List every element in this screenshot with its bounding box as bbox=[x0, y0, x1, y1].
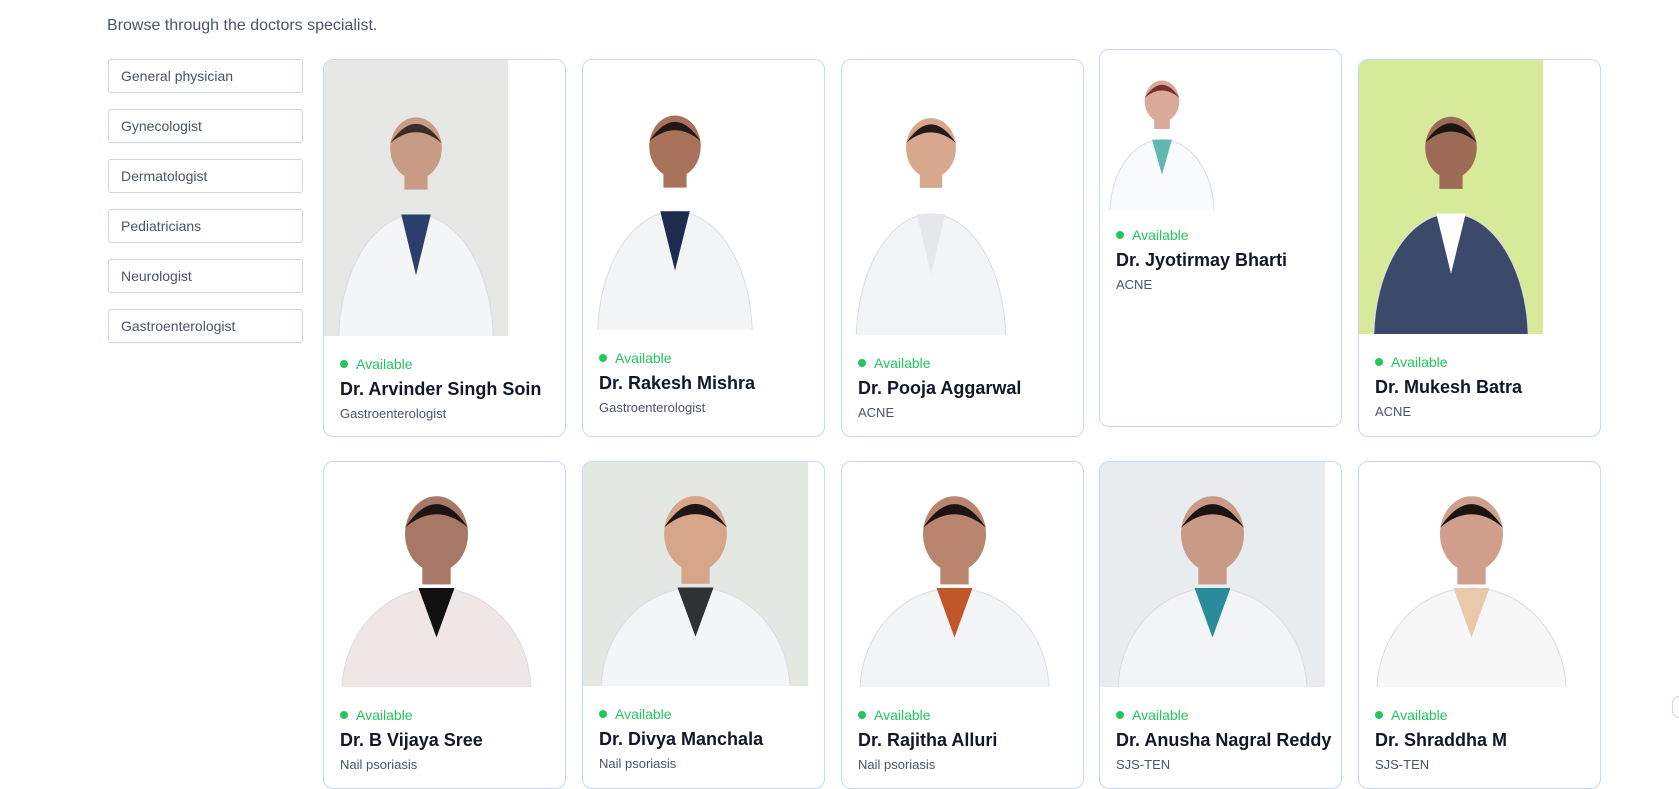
doctor-name: Dr. Shraddha M bbox=[1375, 730, 1508, 750]
doctor-name: Dr. Pooja Aggarwal bbox=[858, 378, 1022, 398]
doctor-card[interactable]: Available Dr. Rajitha Alluri Nail psoria… bbox=[841, 461, 1084, 789]
availability-status: Available bbox=[340, 706, 549, 724]
doctor-name: Dr. Jyotirmay Bharti bbox=[1116, 250, 1288, 270]
filter-pediatricians[interactable]: Pediatricians bbox=[108, 209, 303, 243]
availability-label: Available bbox=[615, 350, 672, 366]
doctor-photo bbox=[1359, 462, 1584, 687]
doctor-info: Available Dr. Rajitha Alluri Nail psoria… bbox=[842, 706, 1083, 772]
doctor-card[interactable]: Available Dr. Jyotirmay Bharti ACNE bbox=[1099, 49, 1342, 427]
availability-status: Available bbox=[599, 705, 808, 723]
dot-icon bbox=[1116, 231, 1124, 239]
doctor-card[interactable]: Available Dr. Divya Manchala Nail psoria… bbox=[582, 461, 825, 789]
doctor-info: Available Dr. Pooja Aggarwal ACNE bbox=[842, 354, 1083, 420]
filter-dermatologist[interactable]: Dermatologist bbox=[108, 159, 303, 193]
doctor-name: Dr. Rajitha Alluri bbox=[858, 730, 998, 750]
doctor-name: Dr. B Vijaya Sree bbox=[340, 730, 483, 750]
dot-icon bbox=[1375, 711, 1383, 719]
availability-label: Available bbox=[356, 707, 413, 723]
doctor-speciality: ACNE bbox=[1375, 404, 1412, 419]
doctor-info: Available Dr. Mukesh Batra ACNE bbox=[1359, 353, 1600, 419]
doctor-info: Available Dr. Rakesh Mishra Gastroentero… bbox=[583, 349, 824, 415]
doctor-name: Dr. Arvinder Singh Soin bbox=[340, 379, 542, 399]
doctor-photo bbox=[842, 462, 1067, 687]
filter-gynecologist[interactable]: Gynecologist bbox=[108, 109, 303, 143]
doctor-card[interactable]: Available Dr. Mukesh Batra ACNE bbox=[1358, 59, 1601, 437]
availability-status: Available bbox=[599, 349, 808, 367]
doctor-info: Available Dr. Shraddha M SJS-TEN bbox=[1359, 706, 1600, 772]
doctor-card[interactable]: Available Dr. Rakesh Mishra Gastroentero… bbox=[582, 59, 825, 437]
doctor-name: Dr. Mukesh Batra bbox=[1375, 377, 1523, 397]
dot-icon bbox=[599, 710, 607, 718]
doctor-photo bbox=[1100, 50, 1224, 210]
doctor-photo bbox=[1100, 462, 1325, 687]
doctor-speciality: Nail psoriasis bbox=[340, 757, 418, 772]
doctor-speciality: SJS-TEN bbox=[1116, 757, 1171, 772]
doctor-speciality: Gastroenterologist bbox=[340, 406, 447, 421]
doctor-card[interactable]: Available Dr. Shraddha M SJS-TEN bbox=[1358, 461, 1601, 789]
availability-label: Available bbox=[615, 706, 672, 722]
availability-status: Available bbox=[1375, 706, 1584, 724]
doctor-photo bbox=[324, 462, 549, 687]
doctor-card[interactable]: Available Dr. Anusha Nagral Reddy SJS-TE… bbox=[1099, 461, 1342, 789]
doctor-photo bbox=[583, 462, 808, 686]
doctor-photo bbox=[583, 60, 767, 330]
availability-status: Available bbox=[1116, 706, 1325, 724]
availability-status: Available bbox=[340, 355, 549, 373]
availability-status: Available bbox=[1116, 226, 1325, 244]
doctor-speciality: ACNE bbox=[1116, 277, 1153, 292]
doctor-info: Available Dr. Jyotirmay Bharti ACNE bbox=[1100, 226, 1341, 292]
dot-icon bbox=[858, 711, 866, 719]
dot-icon bbox=[858, 359, 866, 367]
availability-label: Available bbox=[1391, 354, 1448, 370]
filter-neurologist[interactable]: Neurologist bbox=[108, 259, 303, 293]
doctor-name: Dr. Rakesh Mishra bbox=[599, 373, 756, 393]
availability-status: Available bbox=[858, 706, 1067, 724]
dot-icon bbox=[1116, 711, 1124, 719]
doctor-card[interactable]: Available Dr. B Vijaya Sree Nail psorias… bbox=[323, 461, 566, 789]
availability-label: Available bbox=[1132, 707, 1189, 723]
doctor-info: Available Dr. B Vijaya Sree Nail psorias… bbox=[324, 706, 565, 772]
dot-icon bbox=[340, 360, 348, 368]
doctor-speciality: SJS-TEN bbox=[1375, 757, 1430, 772]
availability-label: Available bbox=[1391, 707, 1448, 723]
doctor-photo bbox=[324, 60, 508, 336]
doctor-info: Available Dr. Arvinder Singh Soin Gastro… bbox=[324, 355, 565, 421]
doctor-speciality: Nail psoriasis bbox=[599, 756, 677, 771]
doctor-grid: Available Dr. Arvinder Singh Soin Gastro… bbox=[323, 0, 1673, 789]
filter-general-physician[interactable]: General physician bbox=[108, 59, 303, 93]
side-tab-handle[interactable] bbox=[1672, 696, 1679, 718]
availability-status: Available bbox=[1375, 353, 1584, 371]
doctor-speciality: Gastroenterologist bbox=[599, 400, 706, 415]
dot-icon bbox=[1375, 358, 1383, 366]
filter-gastroenterologist[interactable]: Gastroenterologist bbox=[108, 309, 303, 343]
availability-label: Available bbox=[356, 356, 413, 372]
doctor-photo bbox=[842, 60, 1020, 335]
doctor-card[interactable]: Available Dr. Pooja Aggarwal ACNE bbox=[841, 59, 1084, 437]
doctor-speciality: Nail psoriasis bbox=[858, 757, 936, 772]
doctor-name: Dr. Divya Manchala bbox=[599, 729, 764, 749]
doctor-info: Available Dr. Divya Manchala Nail psoria… bbox=[583, 705, 824, 771]
doctor-info: Available Dr. Anusha Nagral Reddy SJS-TE… bbox=[1100, 706, 1341, 772]
dot-icon bbox=[340, 711, 348, 719]
dot-icon bbox=[599, 354, 607, 362]
availability-status: Available bbox=[858, 354, 1067, 372]
speciality-filter-list: General physician Gynecologist Dermatolo… bbox=[108, 59, 303, 359]
availability-label: Available bbox=[1132, 227, 1189, 243]
doctor-photo bbox=[1359, 60, 1543, 334]
doctor-card[interactable]: Available Dr. Arvinder Singh Soin Gastro… bbox=[323, 59, 566, 437]
doctor-name: Dr. Anusha Nagral Reddy bbox=[1116, 730, 1332, 750]
doctor-speciality: ACNE bbox=[858, 405, 895, 420]
availability-label: Available bbox=[874, 355, 931, 371]
availability-label: Available bbox=[874, 707, 931, 723]
